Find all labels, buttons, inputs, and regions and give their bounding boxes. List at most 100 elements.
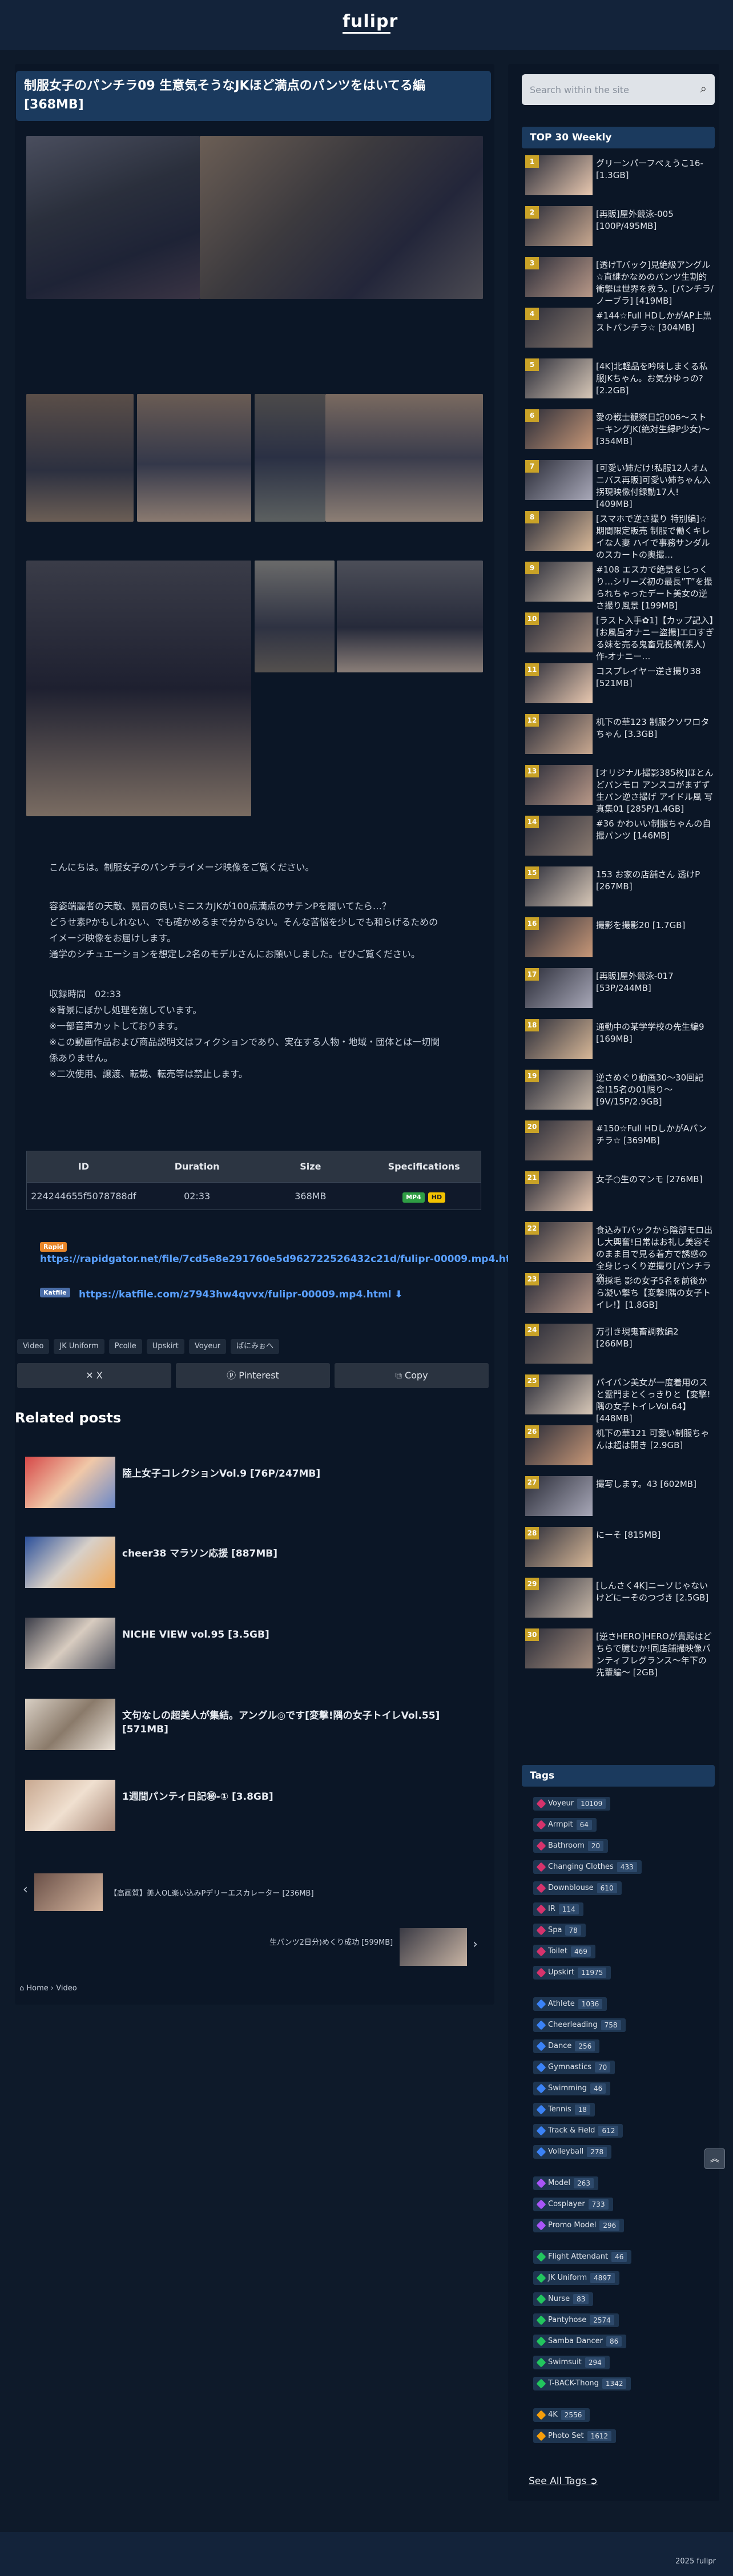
related-post[interactable]: NICHE VIEW vol.95 [3.5GB] xyxy=(25,1618,476,1669)
top30-item[interactable]: 2 [再販]屋外競泳-005 [100P/495MB] xyxy=(525,206,708,246)
top30-thumb[interactable]: 5 xyxy=(525,358,593,398)
sidebar-tag[interactable]: Dance 256 xyxy=(533,2039,600,2053)
next-thumb[interactable] xyxy=(400,1928,467,1966)
top30-thumb[interactable]: 16 xyxy=(525,917,593,957)
sidebar-tag[interactable]: Swimming 46 xyxy=(533,2082,611,2095)
top30-thumb[interactable]: 8 xyxy=(525,511,593,551)
top30-thumb[interactable]: 3 xyxy=(525,257,593,297)
related-thumb[interactable] xyxy=(25,1780,115,1831)
sidebar-tag[interactable]: Changing Clothes 433 xyxy=(533,1860,642,1874)
top30-item[interactable]: 7 [可愛い姉だけ!私服12人オムニバス再販]可愛い姉ちゃん入拐現映像付録動17人… xyxy=(525,460,711,509)
tag-video[interactable]: Video xyxy=(17,1339,50,1354)
sidebar-tag[interactable]: Samba Dancer 86 xyxy=(533,2335,627,2348)
top30-thumb[interactable]: 18 xyxy=(525,1019,593,1059)
related-thumb[interactable] xyxy=(25,1618,115,1669)
top30-item[interactable]: 20 #150☆Full HDしかがAパンチラ☆ [369MB] xyxy=(525,1120,708,1160)
top30-item[interactable]: 1 グリーンパーフぺぇうこ16-[1.3GB] xyxy=(525,155,708,195)
sidebar-tag[interactable]: Pantyhose 2574 xyxy=(533,2313,619,2327)
tag-jk-uniform[interactable]: JK Uniform xyxy=(54,1339,104,1354)
top30-thumb[interactable]: 25 xyxy=(525,1374,593,1414)
sidebar-tag[interactable]: 4K 2556 xyxy=(533,2408,590,2422)
top30-thumb[interactable]: 13 xyxy=(525,765,593,805)
search-icon[interactable]: ⌕ xyxy=(700,82,707,95)
related-title[interactable]: cheer38 マラソン応援 [887MB] xyxy=(122,1547,476,1561)
top30-item[interactable]: 29 [しんさく4K]ニーソじゃないけどにーそのつづき [2.5GB] xyxy=(525,1578,708,1618)
related-title[interactable]: 文句なしの超美人が集結。アングル◎です[変撃!隅の女子トイレVol.55] [5… xyxy=(122,1709,476,1736)
top30-title[interactable]: 女子○生のマンモ [276MB] xyxy=(596,1174,715,1186)
sidebar-tag[interactable]: Athlete 1036 xyxy=(533,1997,607,2011)
top30-item[interactable]: 15 153 お家の店舗さん 透けP [267MB] xyxy=(525,866,708,906)
gallery-image-6[interactable] xyxy=(325,394,483,522)
top30-title[interactable]: にーそ [815MB] xyxy=(596,1529,715,1541)
top30-thumb[interactable]: 23 xyxy=(525,1273,593,1313)
gallery-image-9[interactable] xyxy=(337,561,483,672)
sidebar-tag[interactable]: Model 263 xyxy=(533,2176,598,2190)
sidebar-tag[interactable]: IR 114 xyxy=(533,1902,583,1916)
top30-thumb[interactable]: 4 xyxy=(525,308,593,348)
top30-item[interactable]: 10 [ラスト入手✿1]【カップ記入】[お風呂オナニー盗撮]エロすぎる妹を売る鬼畜… xyxy=(525,612,714,662)
breadcrumb-home[interactable]: Home xyxy=(26,1984,48,1993)
top30-item[interactable]: 26 机下の華121 可愛い制服ちゃんは超は開き [2.9GB] xyxy=(525,1425,709,1465)
related-post[interactable]: 1週間パンティ日記㊙-① [3.8GB] xyxy=(25,1780,476,1831)
top30-thumb[interactable]: 24 xyxy=(525,1324,593,1364)
top30-title[interactable]: 153 お家の店舗さん 透けP [267MB] xyxy=(596,869,715,893)
top30-item[interactable]: 17 [再販]屋外競泳-017 [53P/244MB] xyxy=(525,968,708,1008)
top30-item[interactable]: 16 撮影を撮影20 [1.7GB] xyxy=(525,917,708,957)
search-input[interactable] xyxy=(530,81,695,98)
top30-thumb[interactable]: 20 xyxy=(525,1120,593,1160)
top30-thumb[interactable]: 6 xyxy=(525,409,593,449)
top30-thumb[interactable]: 10 xyxy=(525,612,593,652)
top30-title[interactable]: パイパン美女が一度着用のスと霊門まとくっきりと【変撃!隅の女子トイレVol.64… xyxy=(596,1377,715,1425)
top30-thumb[interactable]: 9 xyxy=(525,562,593,602)
sidebar-tag[interactable]: JK Uniform 4897 xyxy=(533,2271,619,2285)
sidebar-tag[interactable]: Gymnastics 70 xyxy=(533,2061,615,2074)
sidebar-tag[interactable]: Swimsuit 294 xyxy=(533,2356,610,2369)
top30-title[interactable]: 初採毛 影の女子5名を前後から凝い撃ち【変撃!隅の女子トイレ!】[1.8GB] xyxy=(596,1275,715,1311)
top30-thumb[interactable]: 15 xyxy=(525,866,593,906)
top30-thumb[interactable]: 14 xyxy=(525,816,593,856)
sidebar-tag[interactable]: Voyeur 10109 xyxy=(533,1797,611,1811)
top30-item[interactable]: 18 通勤中の某学学校の先生編9 [169MB] xyxy=(525,1019,708,1059)
top30-item[interactable]: 14 #36 かわいい制服ちゃんの自撮パンツ [146MB] xyxy=(525,816,711,856)
top30-thumb[interactable]: 28 xyxy=(525,1527,593,1567)
top30-item[interactable]: 30 [逆さHERO]HEROが貴殿はどちらで臆むか!同店舗撮映像パンティフレグラ… xyxy=(525,1628,712,1678)
top30-item[interactable]: 24 万引き現鬼畜調教編2 [266MB] xyxy=(525,1324,708,1364)
top30-title[interactable]: [しんさく4K]ニーソじゃないけどにーそのつづき [2.5GB] xyxy=(596,1580,715,1604)
prev-thumb[interactable] xyxy=(34,1873,103,1911)
related-post[interactable]: 陸上女子コレクションVol.9 [76P/247MB] xyxy=(25,1457,476,1508)
share-pinterest-button[interactable]: ⓟ Pinterest xyxy=(176,1363,330,1388)
related-thumb[interactable] xyxy=(25,1457,115,1508)
gallery-image-7[interactable] xyxy=(26,561,251,816)
breadcrumb-section[interactable]: Video xyxy=(56,1984,76,1993)
copy-button[interactable]: ⧉ Copy xyxy=(335,1363,489,1388)
top30-title[interactable]: 机下の華123 制服クソワロタちゃん [3.3GB] xyxy=(596,716,715,740)
sidebar-tag[interactable]: Tennis 18 xyxy=(533,2103,595,2117)
top30-title[interactable]: 愛の戦士観察日記006〜ストーキングJK(絶対生緑P少女)〜 [354MB] xyxy=(596,412,715,448)
top30-item[interactable]: 25 パイパン美女が一度着用のスと霊門まとくっきりと【変撃!隅の女子トイレVol.… xyxy=(525,1374,711,1424)
top30-thumb[interactable]: 2 xyxy=(525,206,593,246)
top30-item[interactable]: 21 女子○生のマンモ [276MB] xyxy=(525,1171,708,1211)
gallery-image-1[interactable] xyxy=(26,136,200,299)
top30-title[interactable]: 逆さめぐり動画30〜30回記念!15名の01限り〜[9V/15P/2.9GB] xyxy=(596,1072,715,1108)
top30-thumb[interactable]: 12 xyxy=(525,714,593,754)
top30-title[interactable]: 通勤中の某学学校の先生編9 [169MB] xyxy=(596,1021,715,1045)
sidebar-tag[interactable]: Upskirt 11975 xyxy=(533,1966,611,1980)
sidebar-tag[interactable]: Flight Attendant 46 xyxy=(533,2250,632,2264)
related-thumb[interactable] xyxy=(25,1537,115,1588)
top30-title[interactable]: 万引き現鬼畜調教編2 [266MB] xyxy=(596,1326,715,1350)
top30-item[interactable]: 5 [4K]北軽品を吟味しまくる私服JKちゃん。お気分ゆっの? [2.2GB] xyxy=(525,358,708,398)
next-post-link[interactable]: 生パンツ2日分)めくり成功 [599MB] xyxy=(269,1936,393,1947)
top30-title[interactable]: [可愛い姉だけ!私服12人オムニバス再販]可愛い姉ちゃん入拐現映像付録動17人!… xyxy=(596,462,715,510)
see-all-tags-link[interactable]: See All Tags ➲ xyxy=(529,2476,598,2487)
tag-pcolle[interactable]: Pcolle xyxy=(108,1339,142,1354)
top30-title[interactable]: 撮影を撮影20 [1.7GB] xyxy=(596,920,715,932)
top30-thumb[interactable]: 7 xyxy=(525,460,593,500)
top30-title[interactable]: [スマホで逆さ撮り 特別編]☆期間限定販売 制服で働くキレイな人妻 ハイで事務サ… xyxy=(596,513,715,561)
share-x-button[interactable]: ✕ X xyxy=(17,1363,171,1388)
top30-title[interactable]: #144☆Full HDしかがAP上黒ストパンチラ☆ [304MB] xyxy=(596,310,715,334)
top30-item[interactable]: 12 机下の華123 制服クソワロタちゃん [3.3GB] xyxy=(525,714,709,754)
related-thumb[interactable] xyxy=(25,1699,115,1750)
back-to-top-button[interactable]: ︽ xyxy=(704,2148,725,2169)
top30-thumb[interactable]: 21 xyxy=(525,1171,593,1211)
prev-arrow-icon[interactable]: ‹ xyxy=(23,1882,28,1897)
